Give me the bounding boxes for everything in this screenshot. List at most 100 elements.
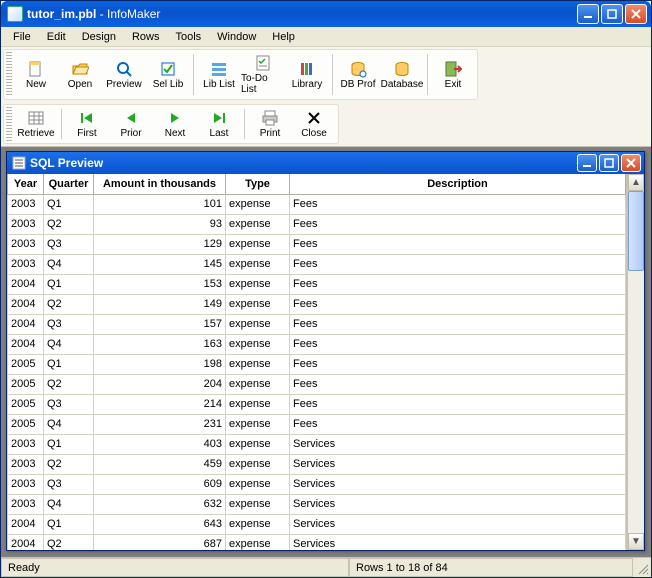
table-row[interactable]: 2003Q4632expenseServices <box>8 494 626 514</box>
cell[interactable]: Q1 <box>44 194 94 214</box>
toolbar-grip[interactable] <box>6 107 12 141</box>
cell[interactable]: Q2 <box>44 374 94 394</box>
cell[interactable]: Services <box>290 434 626 454</box>
close-button[interactable]: Close <box>292 107 336 141</box>
cell[interactable]: expense <box>226 254 290 274</box>
preview-button[interactable]: Preview <box>102 52 146 97</box>
vertical-scrollbar[interactable]: ▲ ▼ <box>627 174 644 550</box>
column-header[interactable]: Year <box>8 174 44 194</box>
library-button[interactable]: Library <box>285 52 329 97</box>
cell[interactable]: Fees <box>290 334 626 354</box>
prior-button[interactable]: Prior <box>109 107 153 141</box>
cell[interactable]: expense <box>226 374 290 394</box>
table-row[interactable]: 2004Q1643expenseServices <box>8 514 626 534</box>
menu-edit[interactable]: Edit <box>39 29 74 45</box>
cell[interactable]: 2003 <box>8 454 44 474</box>
todo-list-button[interactable]: To-Do List <box>241 52 285 97</box>
cell[interactable]: Services <box>290 454 626 474</box>
cell[interactable]: 459 <box>94 454 226 474</box>
new-button[interactable]: New <box>14 52 58 97</box>
scroll-down-button[interactable]: ▼ <box>628 533 644 550</box>
cell[interactable]: Services <box>290 494 626 514</box>
cell[interactable]: expense <box>226 414 290 434</box>
cell[interactable]: Q1 <box>44 354 94 374</box>
cell[interactable]: 2004 <box>8 514 44 534</box>
table-row[interactable]: 2003Q1403expenseServices <box>8 434 626 454</box>
data-grid[interactable]: YearQuarterAmount in thousandsTypeDescri… <box>7 174 627 550</box>
cell[interactable]: 2004 <box>8 334 44 354</box>
cell[interactable]: Q4 <box>44 254 94 274</box>
cell[interactable]: 231 <box>94 414 226 434</box>
cell[interactable]: 2003 <box>8 194 44 214</box>
cell[interactable]: Q2 <box>44 214 94 234</box>
cell[interactable]: 204 <box>94 374 226 394</box>
menu-window[interactable]: Window <box>209 29 264 45</box>
scroll-thumb[interactable] <box>628 191 644 271</box>
close-window-button[interactable] <box>625 4 647 24</box>
cell[interactable]: 163 <box>94 334 226 354</box>
cell[interactable]: Services <box>290 474 626 494</box>
cell[interactable]: expense <box>226 494 290 514</box>
resize-grip[interactable] <box>633 558 651 577</box>
table-row[interactable]: 2004Q2687expenseServices <box>8 534 626 550</box>
cell[interactable]: Fees <box>290 294 626 314</box>
print-button[interactable]: Print <box>248 107 292 141</box>
cell[interactable]: 198 <box>94 354 226 374</box>
cell[interactable]: Fees <box>290 214 626 234</box>
cell[interactable]: Fees <box>290 374 626 394</box>
table-row[interactable]: 2004Q2149expenseFees <box>8 294 626 314</box>
cell[interactable]: Q3 <box>44 394 94 414</box>
column-header[interactable]: Quarter <box>44 174 94 194</box>
table-row[interactable]: 2003Q1101expenseFees <box>8 194 626 214</box>
child-maximize-button[interactable] <box>599 154 619 172</box>
cell[interactable]: Fees <box>290 254 626 274</box>
database-button[interactable]: Database <box>380 52 424 97</box>
cell[interactable]: Fees <box>290 194 626 214</box>
cell[interactable]: expense <box>226 514 290 534</box>
cell[interactable]: Q4 <box>44 414 94 434</box>
cell[interactable]: expense <box>226 394 290 414</box>
table-row[interactable]: 2004Q4163expenseFees <box>8 334 626 354</box>
cell[interactable]: Fees <box>290 234 626 254</box>
cell[interactable]: 2004 <box>8 534 44 550</box>
cell[interactable]: 403 <box>94 434 226 454</box>
cell[interactable]: Fees <box>290 314 626 334</box>
cell[interactable]: 149 <box>94 294 226 314</box>
table-row[interactable]: 2005Q1198expenseFees <box>8 354 626 374</box>
cell[interactable]: Q1 <box>44 274 94 294</box>
cell[interactable]: Services <box>290 514 626 534</box>
cell[interactable]: expense <box>226 534 290 550</box>
cell[interactable]: Q1 <box>44 434 94 454</box>
cell[interactable]: 687 <box>94 534 226 550</box>
cell[interactable]: Q2 <box>44 294 94 314</box>
cell[interactable]: 609 <box>94 474 226 494</box>
cell[interactable]: Q4 <box>44 494 94 514</box>
cell[interactable]: 153 <box>94 274 226 294</box>
table-row[interactable]: 2003Q4145expenseFees <box>8 254 626 274</box>
last-button[interactable]: Last <box>197 107 241 141</box>
cell[interactable]: 2005 <box>8 414 44 434</box>
cell[interactable]: 2005 <box>8 394 44 414</box>
cell[interactable]: Q1 <box>44 514 94 534</box>
cell[interactable]: expense <box>226 234 290 254</box>
cell[interactable]: 214 <box>94 394 226 414</box>
child-minimize-button[interactable] <box>577 154 597 172</box>
table-row[interactable]: 2005Q3214expenseFees <box>8 394 626 414</box>
cell[interactable]: 2005 <box>8 374 44 394</box>
cell[interactable]: Fees <box>290 274 626 294</box>
cell[interactable]: Q3 <box>44 234 94 254</box>
cell[interactable]: 2003 <box>8 494 44 514</box>
cell[interactable]: 2003 <box>8 234 44 254</box>
open-button[interactable]: Open <box>58 52 102 97</box>
cell[interactable]: 2003 <box>8 254 44 274</box>
cell[interactable]: expense <box>226 314 290 334</box>
db-prof-button[interactable]: DB Prof <box>336 52 380 97</box>
cell[interactable]: 145 <box>94 254 226 274</box>
cell[interactable]: expense <box>226 434 290 454</box>
cell[interactable]: Q3 <box>44 474 94 494</box>
cell[interactable]: Q2 <box>44 534 94 550</box>
menu-help[interactable]: Help <box>264 29 303 45</box>
cell[interactable]: expense <box>226 214 290 234</box>
table-row[interactable]: 2003Q293expenseFees <box>8 214 626 234</box>
child-close-button[interactable] <box>621 154 641 172</box>
